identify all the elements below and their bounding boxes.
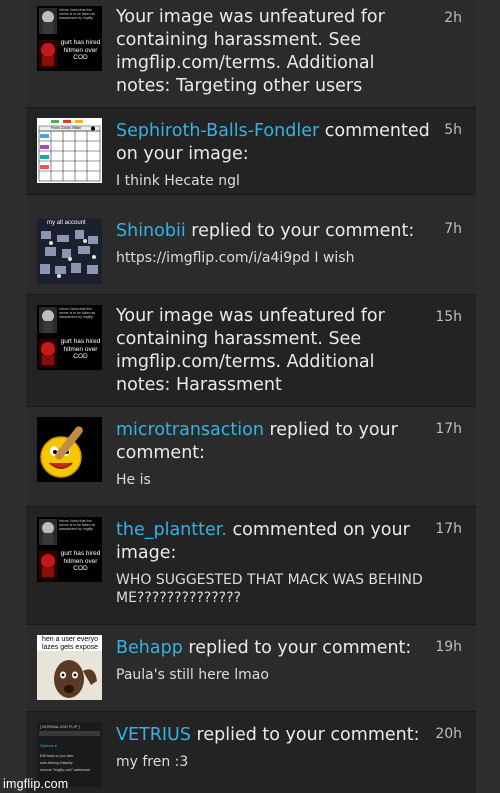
username-link[interactable]: VETRIUS <box>116 725 191 745</box>
comment-text: He is <box>116 472 151 488</box>
notification-headline: Behapp replied to your comment: <box>116 637 434 660</box>
notification-body: Behapp replied to your comment: Paula's … <box>116 637 434 684</box>
meme-thumbnail[interactable]: Inform Vanio that this meme is to be tak… <box>37 6 102 71</box>
notification-headline: VETRIUS replied to your comment: <box>116 724 434 747</box>
notification-headline: Sephiroth-Balls-Fondler commented on you… <box>116 120 434 166</box>
notification-body: Sephiroth-Balls-Fondler commented on you… <box>116 120 434 190</box>
screenshot-line: [ NORMAL IMG FLIP ] <box>40 724 80 729</box>
meme-thumbnail[interactable]: hen a user everyo lazes gets expose <box>37 635 102 700</box>
notification-item[interactable]: microtransaction replied to your comment… <box>26 407 476 507</box>
notification-action: replied to your comment: <box>191 221 415 241</box>
notification-text: Your image was unfeatured for containing… <box>116 306 385 395</box>
comment-text: Paula's still here lmao <box>116 667 269 683</box>
meme-top-text: Inform Vanio that this meme is to be tak… <box>59 8 96 20</box>
shocked-caption: hen a user everyo lazes gets expose <box>41 636 99 651</box>
notification-item[interactable]: Fruits Colors Villain Sephiroth-Balls-Fo… <box>26 108 476 195</box>
meme-thumbnail[interactable]: Inform Vanio that this meme is to be tak… <box>37 517 102 582</box>
screenshot-line: Edit facts on you item <box>40 754 74 758</box>
notification-body: VETRIUS replied to your comment: my fren… <box>116 724 434 771</box>
username-link[interactable]: Sephiroth-Balls-Fondler <box>116 121 319 141</box>
grid-thumbnail[interactable]: Fruits Colors Villain <box>37 118 102 183</box>
username-link[interactable]: the_plantter. <box>116 520 227 540</box>
username-link[interactable]: Shinobii <box>116 221 186 241</box>
username-link[interactable]: microtransaction <box>116 420 264 440</box>
comment-text: https://imgflip.com/i/a4i9pd I wish <box>116 250 355 266</box>
notification-time: 17h <box>435 521 462 537</box>
notification-item[interactable]: hen a user everyo lazes gets expose Beha… <box>26 625 476 712</box>
notification-item[interactable]: Inform Vanio that this meme is to be tak… <box>26 0 476 108</box>
username-link[interactable]: Behapp <box>116 638 183 658</box>
notification-time: 17h <box>435 421 462 437</box>
notification-time: 2h <box>444 10 462 26</box>
notification-body: Your image was unfeatured for containing… <box>116 305 434 397</box>
screenshot-line: remove "imgflip.com" watermark <box>40 768 91 772</box>
notification-time: 15h <box>435 309 462 325</box>
notification-action: replied to your comment: <box>196 725 420 745</box>
notification-body: Your image was unfeatured for containing… <box>116 6 434 98</box>
comment-text: WHO SUGGESTED THAT MACK WAS BEHIND ME???… <box>116 572 423 606</box>
avatar[interactable] <box>37 417 102 482</box>
notification-body: Shinobii replied to your comment: https:… <box>116 220 434 267</box>
notification-item[interactable]: my alt account Shinobii replied to your … <box>26 195 476 295</box>
imgflip-watermark: imgflip.com <box>3 777 69 791</box>
notification-item[interactable]: Inform Vanio that this meme is to be tak… <box>26 295 476 407</box>
collage-thumbnail[interactable]: my alt account <box>37 219 102 284</box>
notification-item[interactable]: Inform Vanio that this meme is to be tak… <box>26 507 476 625</box>
collage-caption: my alt account <box>47 220 86 226</box>
notification-time: 5h <box>444 122 462 138</box>
notification-action: replied to your comment: <box>188 638 412 658</box>
notification-list: Inform Vanio that this meme is to be tak… <box>26 0 476 793</box>
screenshot-bar <box>39 731 100 736</box>
meme-caption: gurt has hired hitmen over COD <box>60 39 101 61</box>
notification-body: the_plantter. commented on your image: W… <box>116 519 434 607</box>
meme-top-text: Inform Vanio that this meme is to be tak… <box>59 519 96 531</box>
notification-headline: the_plantter. commented on your image: <box>116 519 434 565</box>
meme-top-text: Inform Vanio that this meme is to be tak… <box>59 307 96 319</box>
comment-text: I think Hecate ngl <box>116 173 240 189</box>
notification-time: 20h <box>435 726 462 742</box>
screenshot-line: auto-flicking Instantly <box>40 761 73 765</box>
comment-text: my fren :3 <box>116 754 189 770</box>
notification-time: 7h <box>444 221 462 237</box>
notification-item[interactable]: [ NORMAL IMG FLIP ] Options ▾ Edit facts… <box>26 712 476 793</box>
meme-caption: gurt has hired hitmen over COD <box>60 338 101 360</box>
notification-time: 19h <box>435 639 462 655</box>
meme-thumbnail[interactable]: Inform Vanio that this meme is to be tak… <box>37 305 102 370</box>
screenshot-line: Options ▾ <box>40 743 57 748</box>
meme-caption: gurt has hired hitmen over COD <box>60 550 101 572</box>
notification-headline: microtransaction replied to your comment… <box>116 419 434 465</box>
notification-body: microtransaction replied to your comment… <box>116 419 434 489</box>
notification-headline: Shinobii replied to your comment: <box>116 220 434 243</box>
chart-header: Fruits Colors Villain <box>51 125 82 130</box>
notification-text: Your image was unfeatured for containing… <box>116 7 385 96</box>
